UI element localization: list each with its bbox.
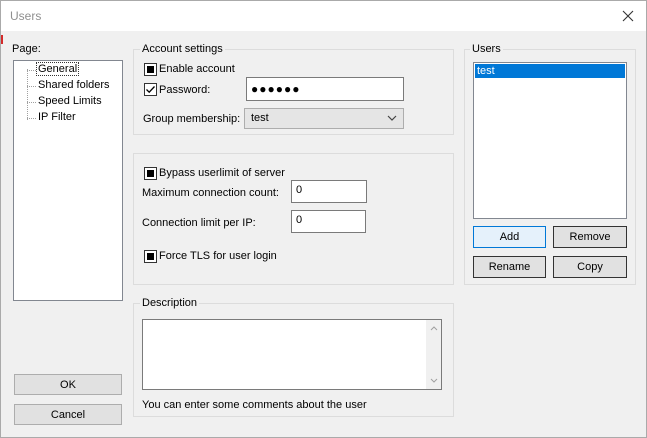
add-user-button[interactable]: Add: [473, 226, 546, 248]
users-list[interactable]: test: [473, 62, 627, 219]
tree-connector: [27, 70, 36, 71]
tree-item-speed-limits[interactable]: Speed Limits: [38, 95, 102, 107]
tree-connector: [27, 118, 36, 119]
users-title: Users: [470, 43, 503, 55]
window-edge-marker: [1, 35, 3, 44]
copy-user-button[interactable]: Copy: [553, 256, 627, 278]
page-tree[interactable]: General Shared folders Speed Limits IP F…: [13, 60, 123, 301]
title-bar: Users: [1, 1, 646, 31]
cancel-button[interactable]: Cancel: [14, 404, 122, 425]
scroll-up-icon[interactable]: [430, 326, 438, 331]
group-membership-value: test: [251, 112, 269, 124]
max-connection-input[interactable]: 0: [291, 180, 367, 203]
tree-connector: [27, 69, 28, 120]
group-membership-select[interactable]: test: [244, 108, 404, 129]
description-hint: You can enter some comments about the us…: [142, 399, 367, 411]
users-dialog: Users Page: General Shared folders Speed…: [0, 0, 647, 438]
tree-connector: [27, 86, 36, 87]
force-tls-label: Force TLS for user login: [159, 250, 277, 262]
tree-item-general[interactable]: General: [35, 62, 80, 76]
force-tls-checkbox[interactable]: [144, 250, 157, 263]
enable-account-label: Enable account: [159, 63, 235, 75]
ok-button[interactable]: OK: [14, 374, 122, 395]
close-icon[interactable]: [618, 6, 638, 26]
window-title: Users: [10, 9, 42, 23]
description-textarea[interactable]: [142, 319, 442, 390]
rename-user-button[interactable]: Rename: [473, 256, 546, 278]
max-connection-label: Maximum connection count:: [142, 187, 279, 199]
bypass-userlimit-checkbox[interactable]: [144, 167, 157, 180]
password-label: Password:: [159, 84, 211, 96]
enable-account-checkbox[interactable]: [144, 63, 157, 76]
group-membership-label: Group membership:: [143, 113, 241, 125]
tree-connector: [27, 102, 36, 103]
account-settings-title: Account settings: [140, 43, 225, 55]
tree-item-ip-filter[interactable]: IP Filter: [38, 111, 76, 123]
connection-limit-ip-label: Connection limit per IP:: [142, 217, 256, 229]
description-scrollbar[interactable]: [426, 320, 441, 389]
bypass-userlimit-label: Bypass userlimit of server: [159, 167, 285, 179]
user-name: test: [477, 65, 495, 77]
user-list-item[interactable]: test: [475, 64, 625, 78]
password-checkbox[interactable]: [144, 83, 157, 96]
password-field[interactable]: ●●●●●●: [246, 77, 404, 101]
tree-item-shared-folders[interactable]: Shared folders: [38, 79, 110, 91]
page-label: Page:: [12, 43, 41, 55]
connection-limit-ip-input[interactable]: 0: [291, 210, 366, 233]
remove-user-button[interactable]: Remove: [553, 226, 627, 248]
description-title: Description: [140, 297, 200, 309]
scroll-down-icon[interactable]: [430, 378, 438, 383]
chevron-down-icon: [387, 115, 397, 121]
